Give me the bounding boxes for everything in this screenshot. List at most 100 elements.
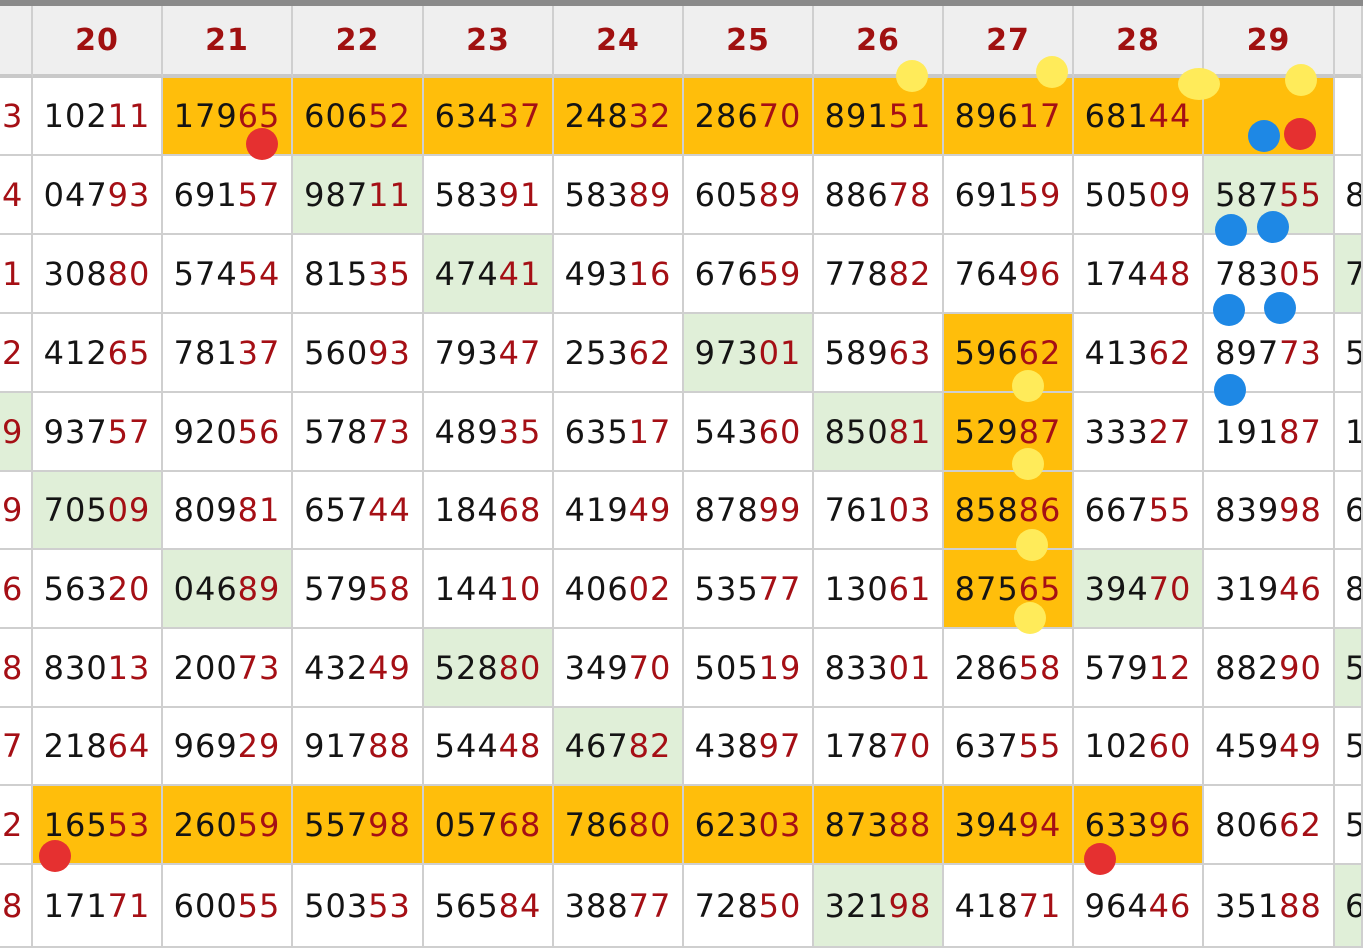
- table-cell[interactable]: 333 27: [1074, 393, 1204, 472]
- table-cell[interactable]: 875 65: [944, 550, 1074, 629]
- table-cell[interactable]: 786 80: [554, 786, 684, 865]
- table-cell[interactable]: 579 12: [1074, 629, 1204, 708]
- table-cell[interactable]: 144 10: [424, 550, 554, 629]
- table-cell[interactable]: 308 80: [33, 235, 163, 314]
- table-cell[interactable]: 815 35: [293, 235, 424, 314]
- table-cell[interactable]: 184 68: [424, 472, 554, 550]
- table-cell[interactable]: 578 73: [293, 393, 424, 472]
- table-cell[interactable]: 691 59: [944, 156, 1074, 235]
- table-cell[interactable]: 505 09: [1074, 156, 1204, 235]
- table-cell[interactable]: 200 73: [163, 629, 293, 708]
- table-cell[interactable]: 419 49: [554, 472, 684, 550]
- table-cell[interactable]: 896 17: [944, 78, 1074, 156]
- table-cell[interactable]: 600 55: [163, 865, 293, 948]
- table-cell[interactable]: 839 98: [1204, 472, 1335, 550]
- table-cell[interactable]: 676 59: [684, 235, 814, 314]
- table-cell[interactable]: 917 88: [293, 708, 424, 786]
- table-cell[interactable]: 388 77: [554, 865, 684, 948]
- table-cell[interactable]: 489 35: [424, 393, 554, 472]
- table-cell[interactable]: 778 82: [814, 235, 944, 314]
- table-cell[interactable]: 057 68: [424, 786, 554, 865]
- table-cell[interactable]: 764 96: [944, 235, 1074, 314]
- table-cell[interactable]: 605 89: [684, 156, 814, 235]
- table-cell[interactable]: 589 63: [814, 314, 944, 393]
- table-cell[interactable]: 728 50: [684, 865, 814, 948]
- table-cell[interactable]: 535 77: [684, 550, 814, 629]
- table-cell[interactable]: 349 70: [554, 629, 684, 708]
- table-cell[interactable]: 286 58: [944, 629, 1074, 708]
- table-cell[interactable]: 886 78: [814, 156, 944, 235]
- table-cell[interactable]: 418 71: [944, 865, 1074, 948]
- table-cell[interactable]: 248 32: [554, 78, 684, 156]
- table-cell[interactable]: 319 46: [1204, 550, 1335, 629]
- table-cell[interactable]: 557 98: [293, 786, 424, 865]
- table-cell[interactable]: 806 62: [1204, 786, 1335, 865]
- table-cell[interactable]: 413 62: [1074, 314, 1204, 393]
- column-header-28[interactable]: 28: [1074, 6, 1204, 78]
- table-cell[interactable]: 809 81: [163, 472, 293, 550]
- table-cell[interactable]: 543 60: [684, 393, 814, 472]
- table-cell[interactable]: 635 17: [554, 393, 684, 472]
- table-cell[interactable]: 544 48: [424, 708, 554, 786]
- table-cell[interactable]: 493 16: [554, 235, 684, 314]
- table-cell[interactable]: 286 70: [684, 78, 814, 156]
- table-cell[interactable]: 102 60: [1074, 708, 1204, 786]
- table-cell[interactable]: 178 70: [814, 708, 944, 786]
- table-cell[interactable]: 438 97: [684, 708, 814, 786]
- table-cell[interactable]: 579 58: [293, 550, 424, 629]
- table-cell[interactable]: 583 89: [554, 156, 684, 235]
- table-cell[interactable]: 171 71: [33, 865, 163, 948]
- column-header-20[interactable]: 20: [33, 6, 163, 78]
- table-cell[interactable]: 505 19: [684, 629, 814, 708]
- table-cell[interactable]: 218 64: [33, 708, 163, 786]
- table-cell[interactable]: 321 98: [814, 865, 944, 948]
- table-cell[interactable]: 565 84: [424, 865, 554, 948]
- table-cell[interactable]: 793 47: [424, 314, 554, 393]
- table-cell[interactable]: 873 88: [814, 786, 944, 865]
- table-cell[interactable]: 130 61: [814, 550, 944, 629]
- table-cell[interactable]: 781 37: [163, 314, 293, 393]
- table-cell[interactable]: 394 70: [1074, 550, 1204, 629]
- table-cell[interactable]: 459 49: [1204, 708, 1335, 786]
- table-cell[interactable]: 503 53: [293, 865, 424, 948]
- column-header-24[interactable]: 24: [554, 6, 684, 78]
- table-cell[interactable]: 634 37: [424, 78, 554, 156]
- table-cell[interactable]: 394 94: [944, 786, 1074, 865]
- column-header-29[interactable]: 29: [1204, 6, 1335, 78]
- table-cell[interactable]: 657 44: [293, 472, 424, 550]
- table-cell[interactable]: 878 99: [684, 472, 814, 550]
- table-cell[interactable]: 412 65: [33, 314, 163, 393]
- table-cell[interactable]: 761 03: [814, 472, 944, 550]
- table-cell[interactable]: 253 62: [554, 314, 684, 393]
- table-cell[interactable]: 667 55: [1074, 472, 1204, 550]
- table-cell[interactable]: 351 88: [1204, 865, 1335, 948]
- table-cell[interactable]: 596 62: [944, 314, 1074, 393]
- table-cell[interactable]: 260 59: [163, 786, 293, 865]
- column-header-22[interactable]: 22: [293, 6, 424, 78]
- table-cell[interactable]: 973 01: [684, 314, 814, 393]
- table-cell[interactable]: 529 87: [944, 393, 1074, 472]
- table-cell[interactable]: 964 46: [1074, 865, 1204, 948]
- table-cell[interactable]: 174 48: [1074, 235, 1204, 314]
- table-cell[interactable]: 474 41: [424, 235, 554, 314]
- table-cell[interactable]: 882 90: [1204, 629, 1335, 708]
- table-cell[interactable]: 102 11: [33, 78, 163, 156]
- table-cell[interactable]: 937 57: [33, 393, 163, 472]
- table-cell[interactable]: 046 89: [163, 550, 293, 629]
- table-cell[interactable]: 891 51: [814, 78, 944, 156]
- table-cell[interactable]: 920 56: [163, 393, 293, 472]
- table-cell[interactable]: 830 13: [33, 629, 163, 708]
- table-cell[interactable]: 606 52: [293, 78, 424, 156]
- table-cell[interactable]: 467 82: [554, 708, 684, 786]
- table-cell[interactable]: 583 91: [424, 156, 554, 235]
- table-cell[interactable]: 406 02: [554, 550, 684, 629]
- table-cell[interactable]: 858 86: [944, 472, 1074, 550]
- table-cell[interactable]: 987 11: [293, 156, 424, 235]
- table-cell[interactable]: 637 55: [944, 708, 1074, 786]
- table-cell[interactable]: 432 49: [293, 629, 424, 708]
- table-cell[interactable]: 623 03: [684, 786, 814, 865]
- table-cell[interactable]: 833 01: [814, 629, 944, 708]
- column-header-25[interactable]: 25: [684, 6, 814, 78]
- table-cell[interactable]: 574 54: [163, 235, 293, 314]
- table-cell[interactable]: 563 20: [33, 550, 163, 629]
